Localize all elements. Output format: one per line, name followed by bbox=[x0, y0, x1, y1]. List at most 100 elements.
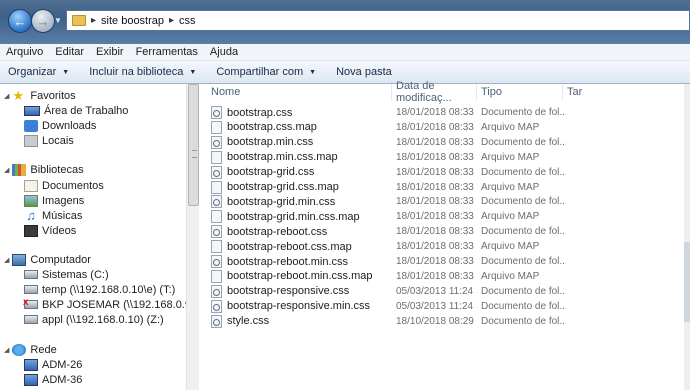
file-name: bootstrap-grid.css.map bbox=[227, 181, 339, 193]
network-drive-icon bbox=[24, 285, 38, 294]
file-date: 18/10/2018 08:29 bbox=[396, 315, 474, 327]
file-row[interactable]: bootstrap-grid.min.css 18/01/2018 08:33 Do… bbox=[211, 194, 681, 209]
nav-item-bkp-josemar[interactable]: BKP JOSEMAR (\\192.168.0.96\HD-Exte bbox=[23, 297, 186, 312]
compartilhar-button[interactable]: Compartilhar com ▼ bbox=[208, 66, 328, 78]
nav-item-adm-36[interactable]: ADM-36 bbox=[24, 372, 82, 387]
file-date: 18/01/2018 08:33 bbox=[396, 241, 474, 253]
file-icon bbox=[211, 240, 222, 254]
file-row[interactable]: bootstrap.min.css.map 18/01/2018 08:33 Arq… bbox=[211, 150, 681, 165]
nav-item-drive-c[interactable]: Sistemas (C:) bbox=[24, 267, 109, 282]
file-row[interactable]: bootstrap.css.map 18/01/2018 08:33 Arquivo… bbox=[211, 120, 681, 135]
pictures-icon bbox=[24, 194, 38, 207]
nav-item-musicas[interactable]: ♫ Músicas bbox=[24, 208, 82, 223]
file-row[interactable]: bootstrap-grid.css.map 18/01/2018 08:33 Ar… bbox=[211, 180, 681, 195]
file-row[interactable]: style.css 18/10/2018 08:29 Documento de fo… bbox=[211, 314, 681, 329]
file-row[interactable]: bootstrap.min.css 18/01/2018 08:33 Documen… bbox=[211, 135, 681, 150]
file-date: 18/01/2018 08:33 bbox=[396, 196, 474, 208]
column-header-tipo[interactable]: Tipo bbox=[477, 84, 563, 100]
nav-item-label: ADM-36 bbox=[42, 373, 83, 386]
nav-item-label: Documentos bbox=[42, 179, 104, 192]
expand-arrow-icon[interactable]: ◢ bbox=[4, 166, 9, 174]
file-row[interactable]: bootstrap-responsive.min.css 05/03/2013 1… bbox=[211, 299, 681, 314]
file-row[interactable]: bootstrap-reboot.min.css.map 18/01/2018 0… bbox=[211, 269, 681, 284]
file-icon bbox=[211, 120, 222, 134]
arrow-left-icon: ← bbox=[13, 13, 27, 29]
nav-item-imagens[interactable]: Imagens bbox=[24, 193, 84, 208]
command-toolbar: Organizar ▼ Incluir na biblioteca ▼ Compar… bbox=[0, 61, 690, 84]
libraries-icon bbox=[12, 163, 27, 176]
navigation-scrollbar[interactable] bbox=[186, 84, 199, 390]
file-name: bootstrap.css bbox=[227, 106, 293, 119]
nav-item-label: Vídeos bbox=[42, 224, 77, 237]
file-date: 18/01/2018 08:33 bbox=[396, 151, 474, 163]
nova-pasta-button[interactable]: Nova pasta bbox=[328, 66, 404, 78]
nav-item-videos[interactable]: Vídeos bbox=[24, 223, 76, 238]
file-type: Arquivo MAP bbox=[481, 151, 540, 163]
css-gear-icon bbox=[211, 195, 222, 209]
file-row[interactable]: bootstrap-grid.css 18/01/2018 08:33 Docume… bbox=[211, 165, 681, 180]
nav-computador[interactable]: ◢ Computador bbox=[4, 252, 91, 267]
file-type: Arquivo MAP bbox=[481, 211, 540, 223]
breadcrumb-separator-icon[interactable]: ▸ bbox=[91, 15, 96, 26]
css-gear-icon bbox=[211, 299, 222, 313]
nova-pasta-label: Nova pasta bbox=[336, 66, 392, 78]
menu-ferramentas[interactable]: Ferramentas bbox=[130, 46, 204, 58]
file-name: bootstrap.css.map bbox=[227, 121, 317, 134]
file-row[interactable]: bootstrap-grid.min.css.map 18/01/2018 08:… bbox=[211, 209, 681, 224]
nav-item-adm-26[interactable]: ADM-26 bbox=[24, 357, 82, 372]
menu-ajuda[interactable]: Ajuda bbox=[204, 46, 244, 58]
expand-arrow-icon[interactable]: ◢ bbox=[4, 346, 9, 354]
file-name: bootstrap-responsive.css bbox=[227, 285, 350, 298]
css-gear-icon bbox=[211, 165, 222, 179]
recent-pages-dropdown-icon[interactable]: ▼ bbox=[54, 16, 62, 25]
nav-item-label: temp (\\192.168.0.10\e) (T:) bbox=[42, 283, 176, 296]
file-name: bootstrap-reboot.css bbox=[227, 225, 328, 238]
file-list-scrollbar[interactable] bbox=[684, 84, 690, 390]
column-header-nome[interactable]: Nome bbox=[207, 84, 392, 100]
back-button[interactable]: ← bbox=[8, 9, 32, 33]
nav-item-label: Sistemas (C:) bbox=[42, 268, 109, 281]
nav-item-drive-z[interactable]: appl (\\192.168.0.10) (Z:) bbox=[24, 312, 164, 327]
file-row[interactable]: bootstrap.css 18/01/2018 08:33 Documento d… bbox=[211, 105, 681, 120]
scrollbar-thumb[interactable] bbox=[684, 242, 690, 322]
nav-item-drive-t[interactable]: temp (\\192.168.0.10\e) (T:) bbox=[24, 282, 175, 297]
breadcrumb-site-boostrap[interactable]: site boostrap bbox=[101, 15, 164, 27]
forward-button[interactable]: → bbox=[31, 9, 55, 33]
network-drive-icon bbox=[24, 315, 38, 324]
file-type: Documento de fol... bbox=[481, 226, 566, 238]
nav-item-desktop[interactable]: Área de Trabalho bbox=[24, 103, 128, 118]
file-name: bootstrap-reboot.css.map bbox=[227, 240, 352, 253]
column-label: Data de modificaç... bbox=[396, 80, 452, 104]
title-bar: ← → ▼ ▸ site boostrap ▸ css bbox=[0, 0, 690, 44]
nav-item-documentos[interactable]: Documentos bbox=[24, 178, 104, 193]
nav-rede[interactable]: ◢ Rede bbox=[4, 342, 57, 357]
scrollbar-thumb[interactable] bbox=[188, 84, 199, 206]
file-row[interactable]: bootstrap-responsive.css 05/03/2013 11:24… bbox=[211, 284, 681, 299]
nav-item-label: BKP JOSEMAR (\\192.168.0.96\HD-Exte bbox=[42, 298, 186, 311]
expand-arrow-icon[interactable]: ◢ bbox=[4, 92, 9, 100]
nav-item-label: Área de Trabalho bbox=[44, 104, 129, 117]
menu-exibir[interactable]: Exibir bbox=[90, 46, 130, 58]
column-label: Tar bbox=[567, 86, 583, 98]
expand-arrow-icon[interactable]: ◢ bbox=[4, 256, 9, 264]
file-type: Documento de fol... bbox=[481, 300, 566, 312]
menu-editar[interactable]: Editar bbox=[49, 46, 90, 58]
menu-arquivo[interactable]: Arquivo bbox=[0, 46, 49, 58]
file-row[interactable]: bootstrap-reboot.css.map 18/01/2018 08:33… bbox=[211, 239, 681, 254]
file-row[interactable]: bootstrap-reboot.min.css 18/01/2018 08:33… bbox=[211, 254, 681, 269]
column-header-tamanho[interactable]: Tar bbox=[563, 84, 593, 100]
organizar-button[interactable]: Organizar ▼ bbox=[0, 66, 81, 78]
nav-bibliotecas[interactable]: ◢ Bibliotecas bbox=[4, 162, 84, 177]
column-header-data[interactable]: Data de modificaç... bbox=[392, 80, 477, 104]
incluir-biblioteca-button[interactable]: Incluir na biblioteca ▼ bbox=[81, 66, 208, 78]
breadcrumb-separator-icon[interactable]: ▸ bbox=[169, 15, 174, 26]
file-type: Documento de fol... bbox=[481, 315, 566, 327]
nav-favoritos[interactable]: ◢ ★ Favoritos bbox=[4, 88, 76, 103]
nav-item-downloads[interactable]: Downloads bbox=[24, 118, 96, 133]
nav-item-locais[interactable]: Locais bbox=[24, 133, 74, 148]
file-type: Documento de fol... bbox=[481, 285, 566, 297]
breadcrumb-css[interactable]: css bbox=[179, 15, 196, 27]
address-bar[interactable]: ▸ site boostrap ▸ css bbox=[66, 10, 690, 31]
nav-computador-label: Computador bbox=[30, 253, 91, 266]
file-row[interactable]: bootstrap-reboot.css 18/01/2018 08:33 Docu… bbox=[211, 224, 681, 239]
